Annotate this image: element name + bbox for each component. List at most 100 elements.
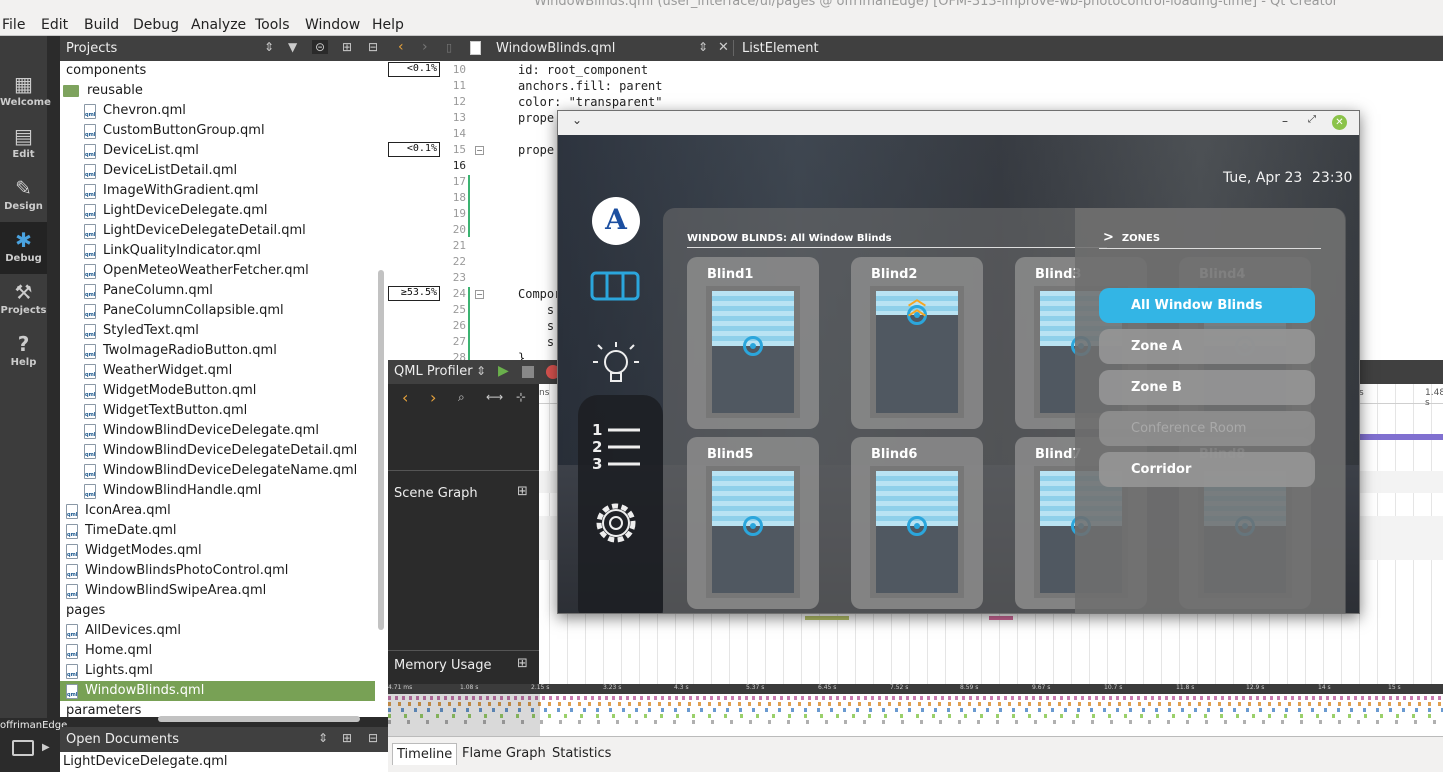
- mode-projects[interactable]: ⚒ Projects: [0, 274, 47, 326]
- open-document-item[interactable]: LightDeviceDelegate.qml: [63, 754, 228, 769]
- light-bulb-icon[interactable]: [590, 338, 642, 390]
- blind-handle-icon[interactable]: [907, 516, 927, 536]
- tree-item[interactable]: Chevron.qml: [60, 101, 375, 121]
- close-panel-icon[interactable]: ⊟: [368, 731, 378, 745]
- profiler-overview[interactable]: 4.71 ms 1.08 s 2.15 s 3.23 s 4.3 s 5.37 s 6.45…: [388, 684, 1443, 736]
- filter-icon[interactable]: ▼: [288, 40, 297, 54]
- tree-item[interactable]: AllDevices.qml: [60, 621, 375, 641]
- mode-welcome[interactable]: ▦ Welcome: [0, 66, 51, 118]
- tree-item[interactable]: DeviceListDetail.qml: [60, 161, 375, 181]
- blind-card[interactable]: Blind5: [687, 437, 819, 609]
- zone-button[interactable]: Zone A: [1099, 329, 1315, 364]
- tab-flame-graph[interactable]: Flame Graph: [458, 743, 550, 764]
- menu-file[interactable]: File: [2, 17, 25, 33]
- chevron-down-icon[interactable]: ⌄: [572, 113, 582, 127]
- tree-item[interactable]: WindowBlindHandle.qml: [60, 481, 375, 501]
- blind-handle-icon[interactable]: [743, 336, 763, 356]
- split-icon[interactable]: ⊞: [342, 731, 352, 745]
- start-icon[interactable]: ▶: [498, 363, 509, 379]
- menu-tools[interactable]: Tools: [255, 17, 290, 33]
- tree-item[interactable]: DeviceList.qml: [60, 141, 375, 161]
- tree-item[interactable]: Home.qml: [60, 641, 375, 661]
- stop-icon[interactable]: [522, 366, 534, 378]
- tree-vertical-scrollbar[interactable]: [378, 270, 384, 630]
- tree-item[interactable]: WindowBlindsPhotoControl.qml: [60, 561, 375, 581]
- tree-item[interactable]: WidgetTextButton.qml: [60, 401, 375, 421]
- memory-usage-label[interactable]: Memory Usage: [394, 658, 492, 673]
- projects-title[interactable]: Projects: [66, 41, 117, 56]
- updown-icon[interactable]: ⇕: [318, 731, 328, 745]
- tab-timeline[interactable]: Timeline: [392, 743, 458, 765]
- zones-header[interactable]: > ZONES: [1103, 230, 1160, 245]
- window-blinds-icon[interactable]: [590, 271, 642, 301]
- profiler-title[interactable]: QML Profiler: [394, 364, 473, 379]
- tree-item[interactable]: WindowBlindSwipeArea.qml: [60, 581, 375, 601]
- mode-help[interactable]: ? Help: [0, 326, 47, 378]
- tree-item[interactable]: LightDeviceDelegateDetail.qml: [60, 221, 375, 241]
- tree-item[interactable]: pages: [60, 601, 375, 621]
- menu-help[interactable]: Help: [372, 17, 404, 33]
- expand-icon[interactable]: ⊞: [517, 484, 528, 499]
- tree-item[interactable]: WeatherWidget.qml: [60, 361, 375, 381]
- restore-icon[interactable]: ⤢: [1308, 114, 1316, 125]
- tree-item[interactable]: LinkQualityIndicator.qml: [60, 241, 375, 261]
- back-icon[interactable]: ‹: [402, 388, 408, 407]
- zone-button[interactable]: All Window Blinds: [1099, 288, 1315, 323]
- fold-icon[interactable]: −: [475, 290, 484, 299]
- tree-item[interactable]: TimeDate.qml: [60, 521, 375, 541]
- numbered-list-icon[interactable]: 1 2 3: [590, 419, 642, 471]
- mode-debug[interactable]: ✱ Debug: [0, 222, 47, 274]
- updown-icon[interactable]: ⇕: [264, 40, 274, 54]
- expand-icon[interactable]: ⊞: [517, 656, 528, 671]
- tree-item[interactable]: Lights.qml: [60, 661, 375, 681]
- symbol-selector[interactable]: ListElement: [742, 41, 819, 56]
- fold-icon[interactable]: −: [475, 146, 484, 155]
- timeline-event[interactable]: [1359, 434, 1443, 440]
- tree-item[interactable]: WidgetModeButton.qml: [60, 381, 375, 401]
- tree-item[interactable]: WindowBlindDeviceDelegate.qml: [60, 421, 375, 441]
- blind-card[interactable]: Blind2 ︿ ︿: [851, 257, 983, 429]
- menu-analyze[interactable]: Analyze: [191, 17, 246, 33]
- blind-card[interactable]: Blind6: [851, 437, 983, 609]
- gear-icon[interactable]: [590, 497, 642, 549]
- select-icon[interactable]: ⊹: [516, 390, 526, 404]
- mode-design[interactable]: ✎ Design: [0, 170, 47, 222]
- blind-handle-icon[interactable]: [743, 516, 763, 536]
- tree-item[interactable]: parameters: [60, 701, 375, 717]
- menu-window[interactable]: Window: [305, 17, 360, 33]
- close-panel-icon[interactable]: ⊟: [368, 40, 378, 54]
- forward-icon[interactable]: ›: [430, 388, 436, 407]
- tree-item[interactable]: OpenMeteoWeatherFetcher.qml: [60, 261, 375, 281]
- tree-item[interactable]: components: [60, 61, 375, 81]
- open-documents-title[interactable]: Open Documents: [66, 732, 179, 747]
- scene-graph-label[interactable]: Scene Graph: [394, 486, 478, 501]
- updown-icon[interactable]: ⇕: [698, 40, 708, 54]
- menu-build[interactable]: Build: [84, 17, 119, 33]
- tree-item[interactable]: TwoImageRadioButton.qml: [60, 341, 375, 361]
- tree-item[interactable]: ImageWithGradient.qml: [60, 181, 375, 201]
- tree-item[interactable]: StyledText.qml: [60, 321, 375, 341]
- timeline-event[interactable]: [805, 616, 849, 620]
- tree-item[interactable]: LightDeviceDelegate.qml: [60, 201, 375, 221]
- back-icon[interactable]: ‹: [398, 39, 404, 55]
- timeline-event[interactable]: [989, 616, 1013, 620]
- tree-item[interactable]: WindowBlindDeviceDelegateDetail.qml: [60, 441, 375, 461]
- zoom-icon[interactable]: ⌕: [458, 390, 465, 405]
- chevron-up-icon[interactable]: ︿ ︿: [902, 291, 932, 319]
- tree-horizontal-scrollbar[interactable]: [158, 716, 360, 722]
- close-icon[interactable]: ✕: [1332, 115, 1347, 130]
- forward-icon[interactable]: ›: [422, 39, 428, 55]
- tree-item[interactable]: IconArea.qml: [60, 501, 375, 521]
- split-icon[interactable]: ⊞: [342, 40, 352, 54]
- kit-selector[interactable]: offrimanEdge ▶: [0, 718, 67, 772]
- close-icon[interactable]: ✕: [718, 40, 729, 55]
- range-icon[interactable]: ⟷: [486, 390, 503, 404]
- tree-item[interactable]: reusable: [60, 81, 375, 101]
- tree-item[interactable]: WindowBlindDeviceDelegateName.qml: [60, 461, 375, 481]
- zone-button[interactable]: Corridor: [1099, 452, 1315, 487]
- link-icon[interactable]: ⊝: [312, 40, 329, 54]
- tree-item[interactable]: CustomButtonGroup.qml: [60, 121, 375, 141]
- minimize-icon[interactable]: –: [1282, 114, 1288, 128]
- blind-card[interactable]: Blind1: [687, 257, 819, 429]
- mode-edit[interactable]: ▤ Edit: [0, 118, 47, 170]
